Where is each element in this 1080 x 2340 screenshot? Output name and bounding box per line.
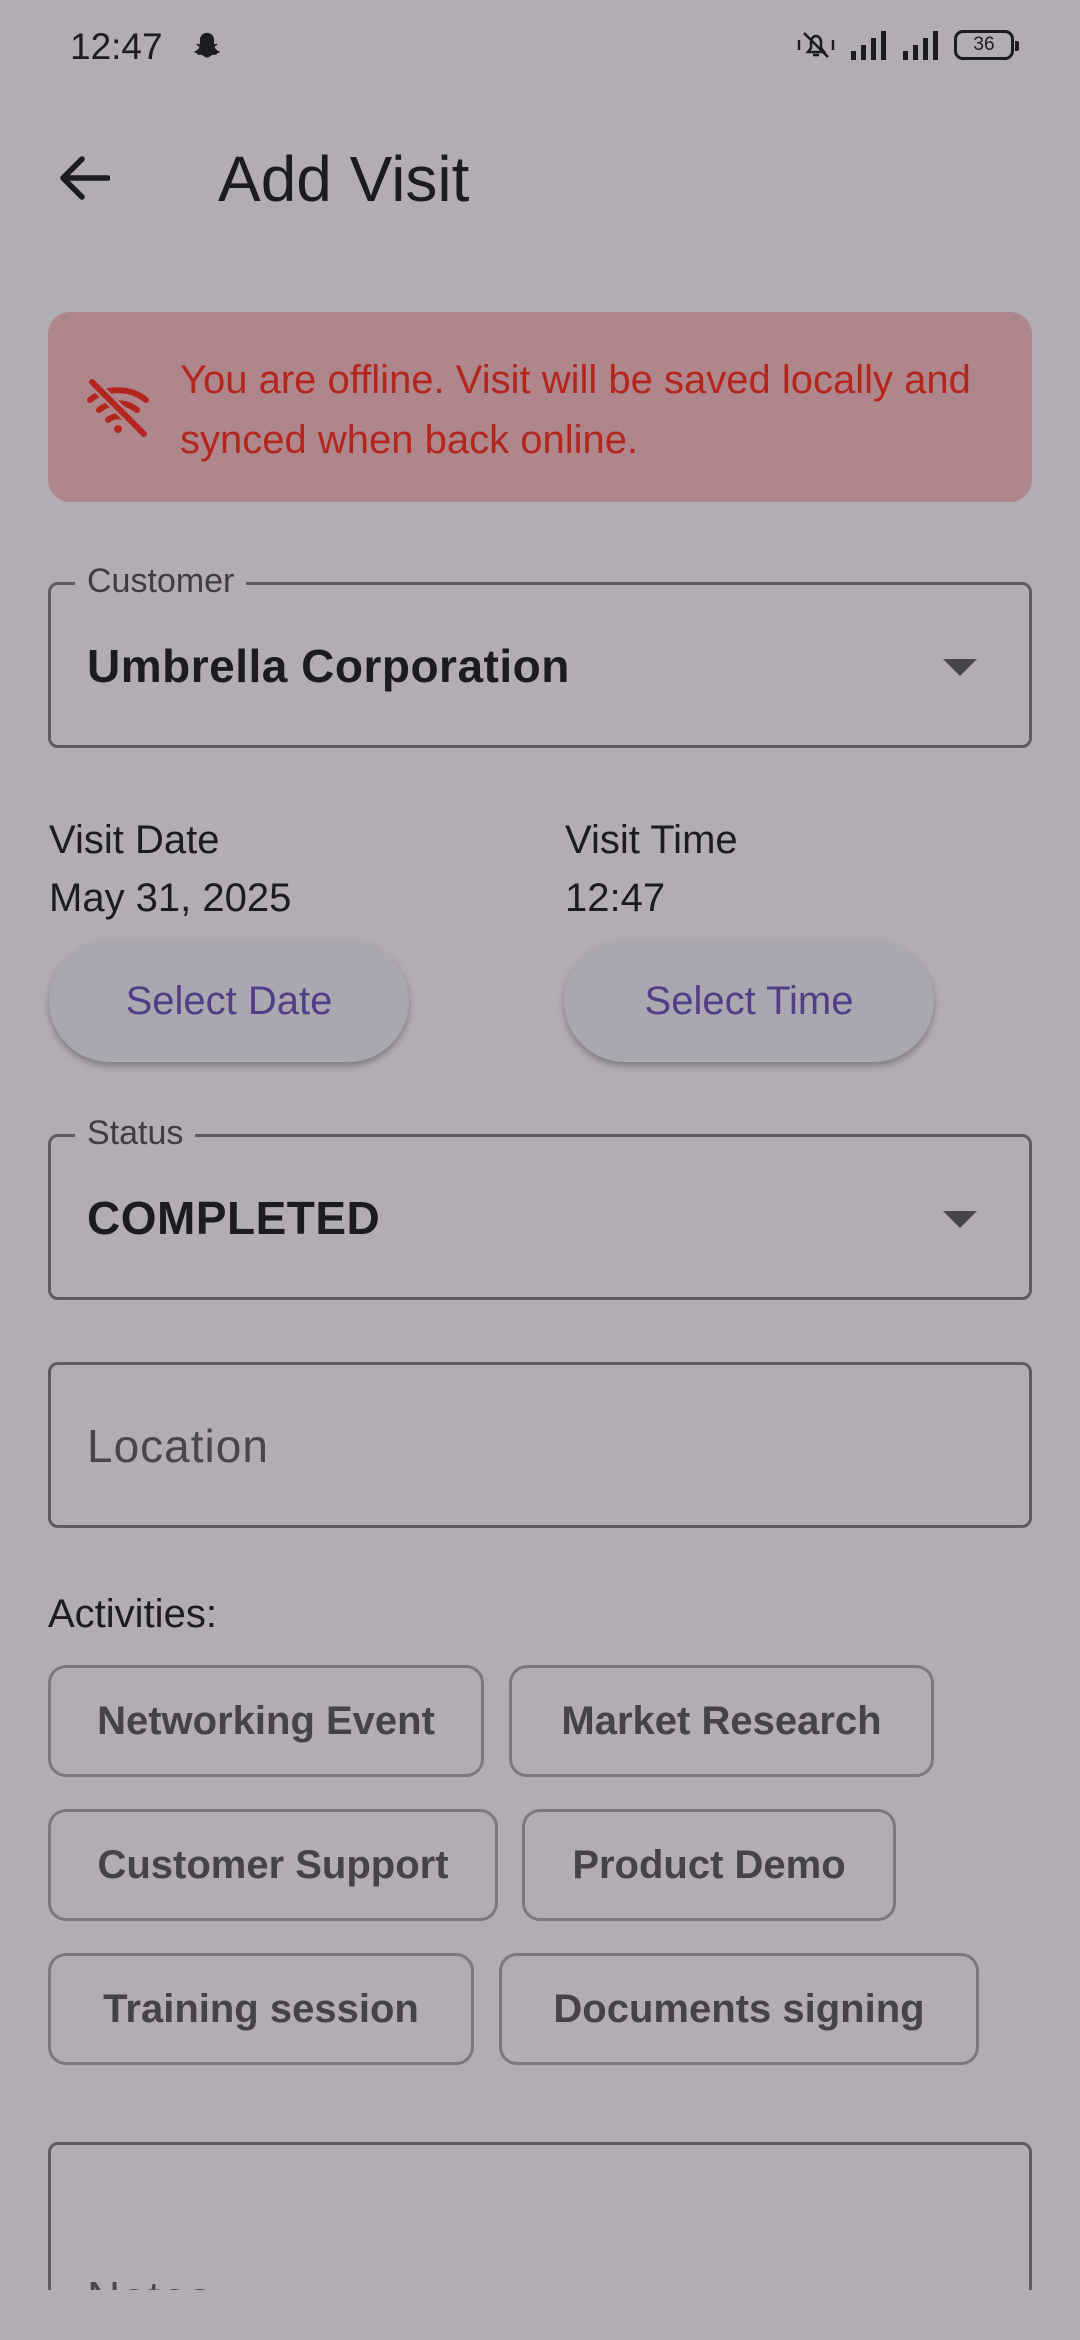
battery-level: 36 (973, 34, 995, 55)
snapchat-icon (190, 30, 224, 64)
bottom-edge (0, 2290, 1080, 2340)
battery-icon: 36 (954, 30, 1019, 60)
offline-banner: You are offline. Visit will be saved loc… (48, 312, 1032, 502)
customer-dropdown[interactable]: Customer Umbrella Corporation (48, 561, 1032, 748)
activity-chip-market-research[interactable]: Market Research (509, 1665, 934, 1777)
mute-icon (796, 28, 836, 62)
activity-chip-networking-event[interactable]: Networking Event (48, 1665, 484, 1777)
dropdown-arrow-icon (943, 1211, 977, 1228)
visit-date-group: Visit Date May 31, 2025 (49, 812, 291, 926)
select-date-button[interactable]: Select Date (49, 940, 409, 1062)
location-input[interactable]: Location (48, 1362, 1032, 1528)
location-placeholder: Location (87, 1420, 269, 1472)
status-icons: 36 (796, 28, 1019, 62)
visit-time-value: 12:47 (565, 876, 666, 920)
page-title: Add Visit (218, 143, 470, 215)
offline-message: You are offline. Visit will be saved loc… (180, 358, 971, 462)
activity-chip-training-session[interactable]: Training session (48, 1953, 474, 2065)
wifi-off-icon (84, 374, 152, 442)
customer-value: Umbrella Corporation (87, 640, 570, 692)
arrow-left-icon (58, 155, 111, 205)
activities-label: Activities: (48, 1592, 217, 1636)
status-time: 12:47 (70, 26, 163, 67)
select-time-button[interactable]: Select Time (564, 940, 934, 1062)
status-value: COMPLETED (87, 1192, 381, 1244)
signal-icon (902, 29, 940, 61)
signal-icon (850, 29, 888, 61)
app-bar: Add Visit (0, 120, 1080, 240)
activity-chip-customer-support[interactable]: Customer Support (48, 1809, 498, 1921)
visit-time-group: Visit Time 12:47 (565, 812, 738, 926)
visit-date-label: Visit Date (49, 818, 220, 862)
status-bar: 12:47 36 (0, 0, 1080, 96)
visit-date-value: May 31, 2025 (49, 876, 292, 920)
activity-chip-documents-signing[interactable]: Documents signing (499, 1953, 979, 2065)
visit-time-label: Visit Time (565, 818, 738, 862)
add-visit-screen: 12:47 36 Add Visit You are offline. Visi… (0, 0, 1080, 2340)
activity-chip-product-demo[interactable]: Product Demo (522, 1809, 896, 1921)
customer-label: Customer (75, 561, 247, 601)
dropdown-arrow-icon (943, 659, 977, 676)
status-dropdown[interactable]: Status COMPLETED (48, 1113, 1032, 1300)
status-label: Status (75, 1113, 196, 1153)
back-button[interactable] (48, 150, 120, 210)
